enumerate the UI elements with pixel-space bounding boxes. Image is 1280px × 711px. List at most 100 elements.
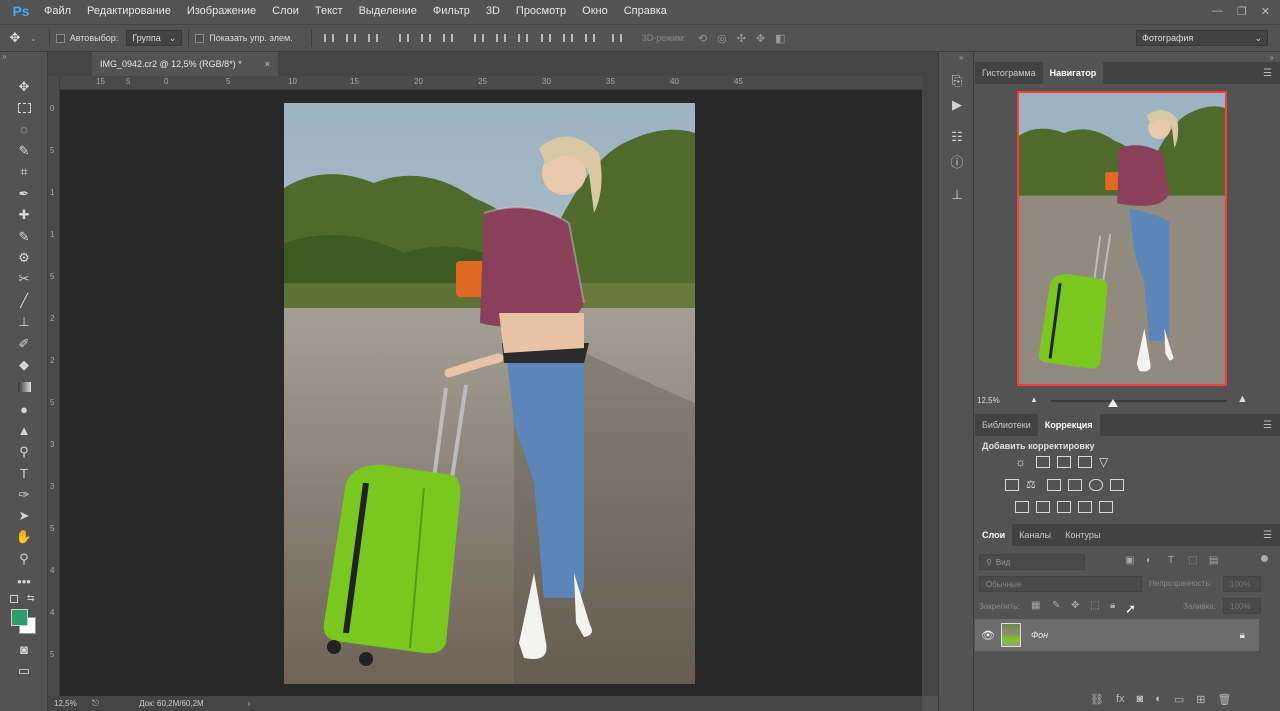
pen-tool-icon[interactable]: ⚲ bbox=[12, 443, 36, 461]
foreground-color-swatch[interactable] bbox=[11, 609, 28, 626]
history-brush-tool-icon[interactable]: ✂ bbox=[12, 270, 36, 288]
healing-tool-icon[interactable]: ✚ bbox=[12, 206, 36, 224]
color-balance-icon[interactable]: ⚖ bbox=[1026, 479, 1040, 491]
layer-thumbnail[interactable] bbox=[1001, 623, 1021, 647]
crop-tool-icon[interactable]: ⌗ bbox=[12, 163, 36, 181]
properties-panel-icon[interactable]: ☷ bbox=[947, 128, 967, 146]
scale-3d-icon[interactable]: ◧ bbox=[775, 32, 785, 45]
show-controls-checkbox[interactable]: Показать упр. элем. bbox=[195, 33, 293, 43]
default-colors-icon[interactable] bbox=[10, 595, 18, 603]
hue-saturation-icon[interactable] bbox=[1005, 479, 1019, 491]
tab-libraries[interactable]: Библиотеки bbox=[975, 414, 1038, 436]
fill-field[interactable]: 100% bbox=[1223, 598, 1261, 614]
move-tool-icon[interactable]: ✥ bbox=[0, 30, 30, 46]
export-icon[interactable]: ⎋ bbox=[92, 698, 99, 709]
gradient-map-icon[interactable] bbox=[1099, 501, 1113, 513]
art-history-brush-icon[interactable]: ✐ bbox=[12, 335, 36, 353]
layer-row-background[interactable]: 👁︎ Фон 🔒︎ bbox=[975, 619, 1259, 651]
menu-file[interactable]: Файл bbox=[36, 0, 79, 22]
zoom-in-icon[interactable]: ▲ bbox=[1237, 393, 1248, 405]
gradient-tool-icon[interactable] bbox=[12, 378, 36, 396]
eye-icon[interactable]: 👁︎ bbox=[975, 629, 1001, 642]
drag-3d-icon[interactable]: ✣ bbox=[737, 32, 746, 45]
lock-transparent-icon[interactable]: ▦ bbox=[1031, 600, 1040, 611]
filter-pixel-icon[interactable]: ▣ bbox=[1125, 555, 1134, 566]
filter-shape-icon[interactable]: ⬚ bbox=[1188, 555, 1197, 566]
document-image[interactable] bbox=[284, 103, 695, 684]
new-adjustment-layer-icon[interactable]: ◐ bbox=[1155, 693, 1162, 706]
navigator-zoom-value[interactable]: 12,5% bbox=[977, 396, 1000, 405]
type-tool-icon[interactable]: T bbox=[12, 464, 36, 482]
vibrance-icon[interactable]: ▽ bbox=[1099, 456, 1113, 468]
align-right-icon[interactable] bbox=[442, 32, 454, 44]
distribute-top-icon[interactable] bbox=[473, 32, 485, 44]
tab-navigator[interactable]: Навигатор bbox=[1042, 62, 1104, 84]
channel-mixer-icon[interactable] bbox=[1089, 479, 1103, 491]
eraser-tool-icon[interactable]: ◆ bbox=[12, 356, 36, 374]
align-vcenter-icon[interactable] bbox=[345, 32, 357, 44]
clone-source-panel-icon[interactable]: ⊥ bbox=[947, 186, 967, 204]
history-panel-icon[interactable]: ⎘ bbox=[947, 72, 967, 90]
slide-3d-icon[interactable]: ✥ bbox=[756, 32, 765, 45]
roll-3d-icon[interactable]: ◎ bbox=[717, 32, 727, 45]
autoselect-dropdown[interactable]: Группа ⌄ bbox=[126, 30, 183, 46]
lock-all-icon[interactable]: 🔒︎ bbox=[1110, 600, 1115, 611]
brush-tool-icon[interactable]: ✎ bbox=[12, 228, 36, 246]
threshold-icon[interactable] bbox=[1057, 501, 1071, 513]
screen-mode-icon[interactable]: ▭ bbox=[12, 662, 36, 680]
filter-adjustment-icon[interactable]: ◐ bbox=[1146, 555, 1152, 566]
menu-type[interactable]: Текст bbox=[307, 0, 351, 22]
distribute-left-icon[interactable] bbox=[540, 32, 552, 44]
filter-smart-object-icon[interactable]: ▤ bbox=[1209, 555, 1218, 566]
layer-filter-search[interactable]: ⚲ Вид bbox=[979, 554, 1085, 570]
curves-icon[interactable] bbox=[1057, 456, 1071, 468]
panel-menu-icon[interactable]: ☰ bbox=[1263, 420, 1272, 431]
opacity-field[interactable]: 100% bbox=[1223, 576, 1261, 592]
marquee-tool-icon[interactable] bbox=[12, 99, 36, 117]
minimize-button[interactable]: — bbox=[1212, 5, 1223, 17]
new-layer-icon[interactable]: ⊞ bbox=[1196, 693, 1205, 706]
stamp-tool-icon[interactable]: ⊥ bbox=[12, 313, 36, 331]
tab-histogram[interactable]: Гистограмма bbox=[975, 62, 1043, 84]
info-panel-icon[interactable]: ⓘ bbox=[947, 152, 967, 170]
menu-help[interactable]: Справка bbox=[616, 0, 675, 22]
quick-select-tool-icon[interactable]: ✎ bbox=[12, 142, 36, 160]
new-group-icon[interactable]: ▭ bbox=[1174, 693, 1184, 706]
lasso-tool-icon[interactable]: ◌ bbox=[12, 120, 36, 138]
collapse-panels-icon[interactable]: » bbox=[1270, 53, 1274, 62]
invert-icon[interactable] bbox=[1015, 501, 1029, 513]
menu-view[interactable]: Просмотр bbox=[508, 0, 574, 22]
workspace-dropdown[interactable]: Фотография ⌄ bbox=[1136, 30, 1268, 46]
distribute-bottom-icon[interactable] bbox=[517, 32, 529, 44]
layer-style-icon[interactable]: fx bbox=[1116, 693, 1125, 706]
move-tool-icon[interactable]: ✥ bbox=[12, 78, 36, 96]
blur-tool-icon[interactable]: ● bbox=[12, 400, 36, 418]
align-top-icon[interactable] bbox=[323, 32, 335, 44]
tab-layers[interactable]: Слои bbox=[975, 524, 1013, 546]
delete-layer-icon[interactable]: 🗑︎ bbox=[1217, 693, 1231, 706]
actions-panel-icon[interactable]: ▶ bbox=[947, 96, 967, 114]
collapse-toolbar-icon[interactable]: » bbox=[2, 52, 6, 61]
lock-artboard-icon[interactable]: ⬚ bbox=[1090, 600, 1099, 611]
distribute-vcenter-icon[interactable] bbox=[495, 32, 507, 44]
menu-filter[interactable]: Фильтр bbox=[425, 0, 478, 22]
add-mask-icon[interactable]: ◙ bbox=[1137, 693, 1144, 706]
photo-filter-icon[interactable] bbox=[1068, 479, 1082, 491]
dodge-tool-icon[interactable]: ▲ bbox=[12, 421, 36, 439]
link-layers-icon[interactable]: ⛓ bbox=[1090, 693, 1104, 706]
more-tools-icon[interactable]: ••• bbox=[12, 572, 36, 590]
paint-brush-icon[interactable]: ╱ bbox=[12, 292, 36, 310]
brightness-contrast-icon[interactable]: ☼ bbox=[1015, 456, 1029, 468]
posterize-icon[interactable] bbox=[1036, 501, 1050, 513]
restore-button[interactable]: ❐ bbox=[1237, 5, 1247, 18]
eyedropper-tool-icon[interactable]: ✒ bbox=[12, 185, 36, 203]
lock-image-icon[interactable]: ✎ bbox=[1052, 600, 1060, 611]
tab-paths[interactable]: Контуры bbox=[1058, 524, 1107, 546]
clone-stamp-tool-icon[interactable]: ⚙ bbox=[12, 249, 36, 267]
navigator-thumbnail[interactable] bbox=[1017, 91, 1227, 386]
swap-colors-icon[interactable]: ⇆ bbox=[27, 593, 35, 604]
zoom-slider-thumb[interactable] bbox=[1108, 399, 1118, 407]
orbit-3d-icon[interactable]: ⟲ bbox=[698, 32, 707, 45]
color-lookup-icon[interactable] bbox=[1110, 479, 1124, 491]
status-zoom[interactable]: 12,5% bbox=[54, 699, 88, 708]
